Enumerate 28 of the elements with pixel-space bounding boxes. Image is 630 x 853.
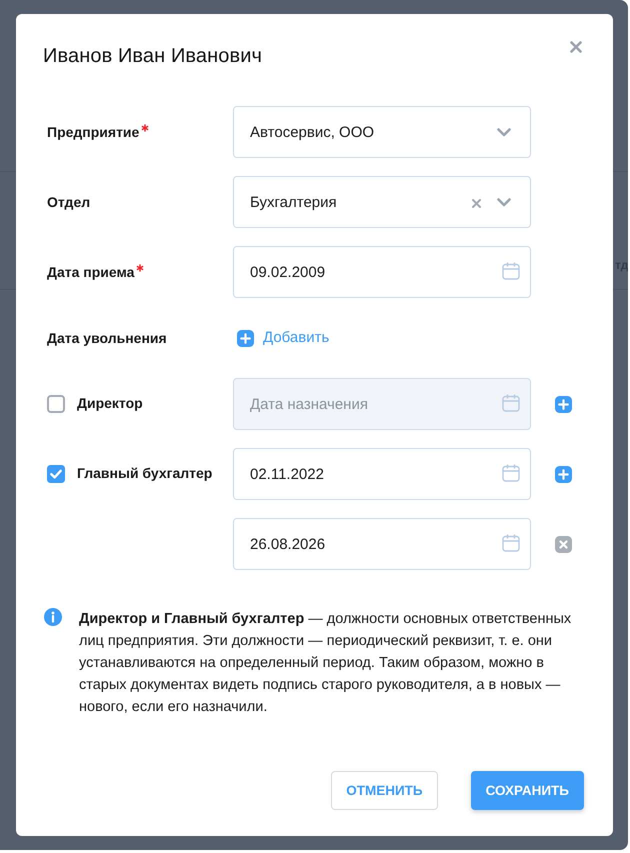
calendar-icon xyxy=(502,262,520,280)
field-label: Дата приема xyxy=(47,263,134,281)
plus-icon xyxy=(237,330,254,346)
info-text: Директор и Главный бухгалтер — должности основных ответственных лиц предприятия. Эти должности — периодический реквизит, т. е. они устанавливаются на определенный период. Таким образом, можно в старых документах видеть подпись старого руководителя, а в новых — нового, если его назначили. xyxy=(79,610,572,717)
date-field[interactable]: 26.08.2026 xyxy=(233,518,531,570)
calendar-icon xyxy=(502,464,520,482)
dropdown-field[interactable]: Бухгалтерия xyxy=(233,176,531,228)
checkbox[interactable] xyxy=(47,395,65,413)
dropdown-field[interactable]: Автосервис, ООО xyxy=(233,106,531,158)
calendar-icon xyxy=(502,534,520,552)
field-label: Предприятие xyxy=(47,123,140,141)
field-label: Отдел xyxy=(47,193,90,211)
position-label: Главный бухгалтер xyxy=(77,464,212,482)
dialog-title: Иванов Иван Иванович xyxy=(43,44,262,68)
calendar-icon xyxy=(502,394,520,412)
date-field[interactable]: 09.02.2009 xyxy=(233,246,531,298)
field-label: Дата увольнения xyxy=(47,329,167,347)
remove-icon[interactable] xyxy=(555,536,572,552)
chevron-down-icon xyxy=(497,128,511,136)
close-icon[interactable] xyxy=(570,41,582,53)
position-label: Директор xyxy=(77,394,143,412)
info-icon xyxy=(44,608,62,626)
chevron-down-icon xyxy=(497,198,511,206)
plus-icon[interactable] xyxy=(555,396,572,412)
checkbox[interactable] xyxy=(47,465,65,483)
plus-icon[interactable] xyxy=(555,466,572,482)
clear-icon[interactable] xyxy=(472,198,481,208)
date-field[interactable]: 02.11.2022 xyxy=(233,448,531,500)
